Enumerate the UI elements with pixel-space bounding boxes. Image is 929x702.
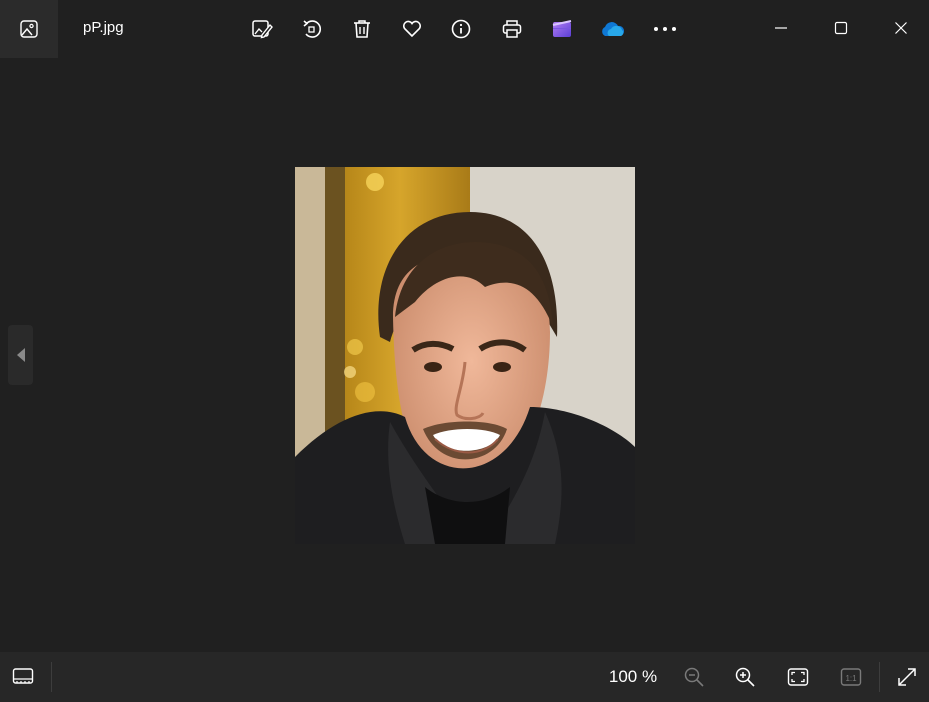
print-button[interactable] xyxy=(497,14,527,44)
zoom-in-button[interactable] xyxy=(730,663,760,691)
favorite-heart-icon xyxy=(402,20,422,38)
divider xyxy=(51,662,52,692)
edit-image-button[interactable] xyxy=(247,14,277,44)
photos-app-icon xyxy=(20,20,38,38)
fit-to-window-icon xyxy=(787,668,809,686)
onedrive-button[interactable] xyxy=(597,14,627,44)
rotate-button[interactable] xyxy=(297,14,327,44)
actual-size-label: 1:1 xyxy=(845,674,857,683)
photos-app-button[interactable] xyxy=(0,0,58,58)
edit-image-icon xyxy=(252,20,273,39)
delete-icon xyxy=(354,20,370,38)
close-button[interactable] xyxy=(884,12,918,44)
filmstrip-button[interactable] xyxy=(8,663,38,691)
status-bar: 100 % 1:1 xyxy=(0,652,929,702)
actual-size-icon: 1:1 xyxy=(840,668,862,686)
more-options-icon xyxy=(654,27,676,31)
zoom-level[interactable]: 100 % xyxy=(598,667,668,687)
maximize-button[interactable] xyxy=(824,12,858,44)
fit-to-window-button[interactable] xyxy=(783,663,813,691)
file-name: pP.jpg xyxy=(83,19,124,36)
favorite-button[interactable] xyxy=(397,14,427,44)
rotate-icon xyxy=(303,20,322,38)
onedrive-cloud-icon xyxy=(602,22,625,36)
minimize-icon xyxy=(775,27,787,29)
zoom-out-button[interactable] xyxy=(679,663,709,691)
print-icon xyxy=(502,20,522,38)
clipchamp-icon xyxy=(552,20,572,37)
portrait-photo xyxy=(295,167,635,544)
zoom-in-icon xyxy=(735,667,755,687)
info-icon xyxy=(451,19,471,39)
actual-size-button[interactable]: 1:1 xyxy=(836,663,866,691)
more-options-button[interactable] xyxy=(650,14,680,44)
zoom-out-icon xyxy=(684,667,704,687)
filmstrip-icon xyxy=(12,668,34,684)
file-info-button[interactable] xyxy=(446,14,476,44)
title-bar: pP.jpg xyxy=(0,0,929,58)
divider xyxy=(879,662,880,692)
maximize-icon xyxy=(834,21,848,35)
close-icon xyxy=(895,22,907,34)
previous-image-button[interactable] xyxy=(8,325,33,385)
delete-button[interactable] xyxy=(347,14,377,44)
minimize-button[interactable] xyxy=(764,12,798,44)
clipchamp-button[interactable] xyxy=(547,14,577,44)
fullscreen-button[interactable] xyxy=(892,663,922,691)
previous-arrow-icon xyxy=(16,348,25,362)
fullscreen-icon xyxy=(898,668,916,686)
